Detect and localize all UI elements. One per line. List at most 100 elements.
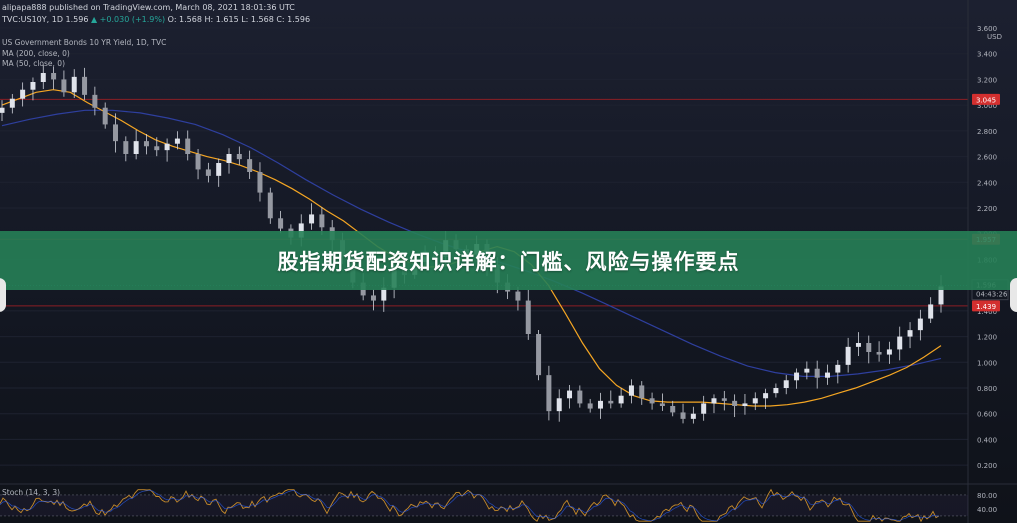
- candle-body: [40, 73, 46, 82]
- candle-body: [907, 330, 913, 337]
- candle-body: [804, 368, 810, 373]
- y-tick-label: 2.800: [977, 128, 997, 136]
- candle-body: [51, 73, 57, 80]
- stoch-tick-label: 40.00: [977, 506, 997, 514]
- candle-body: [835, 364, 841, 373]
- symbol-label[interactable]: TVC:US10Y, 1D: [2, 15, 63, 24]
- candle-body: [886, 349, 892, 355]
- candle-body: [845, 346, 851, 365]
- candle-body: [690, 413, 696, 419]
- candle-body: [824, 372, 830, 378]
- candle-body: [618, 395, 624, 404]
- candle-body: [628, 385, 634, 396]
- candle-body: [546, 375, 552, 412]
- candle-body: [928, 304, 934, 319]
- stoch-legend[interactable]: Stoch (14, 3, 3): [2, 488, 60, 497]
- candle-body: [319, 214, 325, 228]
- candle-body: [866, 343, 872, 352]
- candle-body: [721, 398, 727, 401]
- candle-body: [515, 291, 521, 301]
- candle-body: [61, 79, 67, 93]
- price-change: ▲ +0.030 (+1.9%): [90, 15, 166, 24]
- y-tick-label: 3.200: [977, 76, 997, 84]
- candle-body: [226, 154, 232, 163]
- candle-body: [659, 403, 665, 406]
- candle-body: [278, 218, 284, 229]
- candle-body: [876, 352, 882, 355]
- candle-body: [701, 403, 707, 414]
- candle-body: [20, 89, 26, 99]
- candle-body: [897, 336, 903, 350]
- stoch-tick-label: 80.00: [977, 492, 997, 500]
- candle-body: [536, 334, 542, 376]
- candle-body: [236, 154, 242, 160]
- candle-body: [205, 169, 211, 176]
- y-tick-label: 2.600: [977, 154, 997, 162]
- series-legend-title[interactable]: US Government Bonds 10 YR Yield, 1D, TVC: [2, 38, 166, 47]
- candle-body: [9, 98, 15, 108]
- candle-body: [216, 163, 222, 176]
- candle-body: [30, 82, 36, 90]
- ohlc-values: O: 1.568 H: 1.615 L: 1.568 C: 1.596: [167, 15, 311, 24]
- y-tick-label: 2.400: [977, 179, 997, 187]
- scroll-right-handle[interactable]: [1010, 278, 1017, 312]
- candle-body: [597, 400, 603, 409]
- candle-body: [82, 76, 88, 95]
- countdown-label: 04:43:26: [976, 291, 1008, 299]
- candle-body: [649, 398, 655, 404]
- candle-body: [680, 412, 686, 419]
- candle-body: [185, 138, 191, 154]
- candle-body: [794, 372, 800, 381]
- candle-body: [71, 76, 77, 93]
- y-tick-label: 3.400: [977, 51, 997, 59]
- candle-body: [587, 403, 593, 409]
- candle-body: [113, 124, 119, 142]
- candle-body: [0, 107, 5, 113]
- y-tick-label: 1.000: [977, 359, 997, 367]
- candle-body: [195, 154, 201, 170]
- candle-body: [133, 141, 139, 154]
- candle-body: [577, 390, 583, 404]
- candle-body: [257, 172, 263, 193]
- candle-body: [92, 94, 98, 108]
- stoch-band: [0, 494, 968, 516]
- candle-body: [154, 146, 160, 151]
- scroll-left-handle[interactable]: [0, 278, 6, 312]
- y-tick-label: 1.200: [977, 334, 997, 342]
- symbol-ohlc-line: TVC:US10Y, 1D 1.596 ▲ +0.030 (+1.9%) O: …: [2, 15, 310, 24]
- candle-body: [174, 138, 180, 144]
- price-level-label: 3.045: [976, 96, 996, 104]
- candle-body: [855, 343, 861, 347]
- candle-body: [567, 390, 573, 399]
- candle-body: [711, 398, 717, 404]
- y-tick-label: 2.200: [977, 205, 997, 213]
- article-banner: 股指期货配资知识详解：门槛、风险与操作要点: [0, 231, 1017, 290]
- y-tick-label: 0.800: [977, 385, 997, 393]
- candle-body: [370, 295, 376, 301]
- candle-body: [608, 400, 614, 404]
- ma200-legend[interactable]: MA (200, close, 0): [2, 49, 70, 58]
- y-axis-unit: USD: [987, 33, 1002, 41]
- candle-body: [783, 380, 789, 388]
- candle-body: [143, 141, 149, 147]
- candle-body: [123, 141, 129, 154]
- candle-body: [670, 406, 676, 413]
- candle-body: [732, 400, 738, 406]
- candle-body: [525, 300, 531, 334]
- tradingview-chart: 3.600 3.400 3.200 3.000 2.800 2.600 2.400 2.200…: [0, 0, 1017, 523]
- candle-body: [164, 143, 170, 151]
- candle-body: [752, 398, 758, 404]
- candle-body: [247, 159, 253, 172]
- candle-body: [556, 398, 562, 412]
- y-tick-label: 3.600: [977, 25, 997, 33]
- candle-body: [814, 368, 820, 378]
- candle-body: [742, 403, 748, 406]
- y-tick-label: 0.400: [977, 436, 997, 444]
- candle-body: [309, 214, 315, 224]
- candle-body: [267, 192, 273, 219]
- candle-body: [763, 393, 769, 399]
- candle-body: [639, 385, 645, 399]
- price-level-label: 1.439: [976, 303, 996, 311]
- ma50-legend[interactable]: MA (50, close, 0): [2, 59, 65, 68]
- candle-body: [773, 388, 779, 394]
